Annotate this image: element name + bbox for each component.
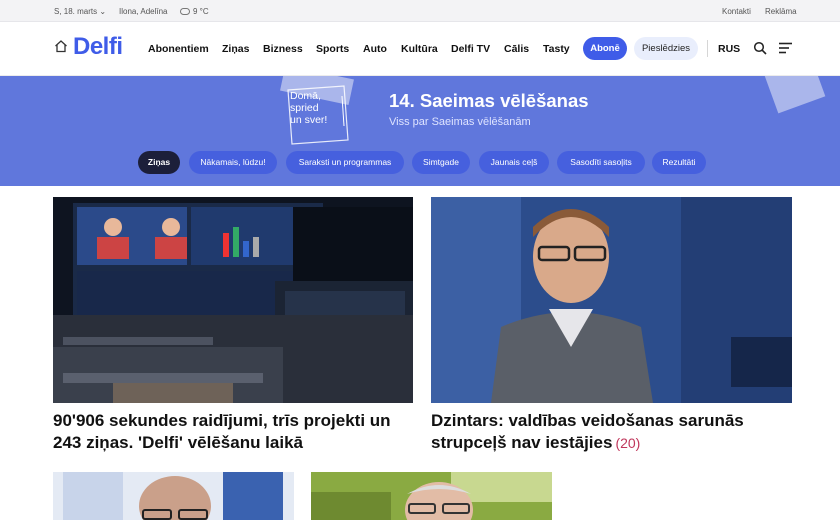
language-switch[interactable]: RUS bbox=[718, 43, 740, 55]
login-button[interactable]: Pieslēdzies bbox=[634, 37, 698, 60]
home-icon[interactable] bbox=[54, 39, 68, 53]
tab-saraksti-un-programmas[interactable]: Saraksti un programmas bbox=[286, 151, 404, 174]
nav-item-zinas[interactable]: Ziņas bbox=[222, 43, 249, 55]
banner-title[interactable]: 14. Saeimas vēlēšanas bbox=[389, 90, 589, 112]
chevron-down-icon: ⌄ bbox=[99, 7, 107, 16]
menu-icon[interactable] bbox=[779, 42, 793, 54]
nav-item-kultura[interactable]: Kultūra bbox=[401, 43, 438, 55]
portrait-photo bbox=[431, 197, 792, 403]
nav-item-tasty[interactable]: Tasty bbox=[543, 43, 570, 55]
article-headline-1[interactable]: 90'906 sekundes raidījumi, trīs projekti… bbox=[53, 410, 418, 454]
main-navigation: Delfi Abonentiem Ziņas Bizness Sports Au… bbox=[0, 22, 840, 76]
tab-simtgade[interactable]: Simtgade bbox=[412, 151, 470, 174]
article-headline-2[interactable]: Dzintars: valdības veidošanas sarunās st… bbox=[431, 410, 801, 454]
nav-item-abonentiem[interactable]: Abonentiem bbox=[148, 43, 209, 55]
nav-item-delfi-tv[interactable]: Delfi TV bbox=[451, 43, 490, 55]
banner-subtitle: Viss par Saeimas vēlēšanām bbox=[389, 116, 531, 128]
article-image-4[interactable] bbox=[311, 472, 552, 520]
top-utility-bar: S, 18. marts ⌄ Ilona, Adelīna 9 °C Konta… bbox=[0, 0, 840, 22]
comment-count[interactable]: (20) bbox=[615, 435, 640, 451]
tab-sasoditi-sasolits[interactable]: Sasodīti sasoļits bbox=[557, 151, 645, 174]
person-photo bbox=[53, 472, 294, 520]
search-icon[interactable] bbox=[753, 41, 767, 55]
control-room-photo bbox=[53, 197, 413, 403]
decorative-paper bbox=[764, 76, 826, 114]
tab-rezultati[interactable]: Rezultāti bbox=[652, 151, 706, 174]
article-image-portrait[interactable] bbox=[431, 197, 792, 403]
nav-item-calis[interactable]: Cālis bbox=[504, 43, 529, 55]
nav-item-sports[interactable]: Sports bbox=[316, 43, 349, 55]
name-day: Ilona, Adelīna bbox=[119, 7, 168, 16]
tab-jaunais-cels[interactable]: Jaunais ceļš bbox=[479, 151, 549, 174]
nav-item-auto[interactable]: Auto bbox=[363, 43, 387, 55]
contacts-link[interactable]: Kontakti bbox=[722, 7, 751, 16]
date-selector[interactable]: S, 18. marts ⌄ bbox=[54, 7, 106, 16]
elections-banner: Domā, spried un sver! 14. Saeimas vēlēša… bbox=[0, 76, 840, 186]
subscribe-button[interactable]: Abonē bbox=[583, 37, 627, 60]
delfi-logo[interactable]: Delfi bbox=[73, 33, 123, 61]
tab-zinas[interactable]: Ziņas bbox=[138, 151, 180, 174]
ballot-slogan: Domā, spried un sver! bbox=[290, 90, 328, 126]
weather: 9 °C bbox=[180, 7, 209, 16]
advertising-link[interactable]: Reklāma bbox=[765, 7, 797, 16]
tab-nakamais-ludzu[interactable]: Nākamais, lūdzu! bbox=[189, 151, 277, 174]
nav-divider bbox=[707, 40, 708, 57]
nav-item-bizness[interactable]: Bizness bbox=[263, 43, 303, 55]
article-image-3[interactable] bbox=[53, 472, 294, 520]
article-image-control-room[interactable] bbox=[53, 197, 413, 403]
cloud-icon bbox=[180, 8, 190, 15]
person-photo bbox=[311, 472, 552, 520]
